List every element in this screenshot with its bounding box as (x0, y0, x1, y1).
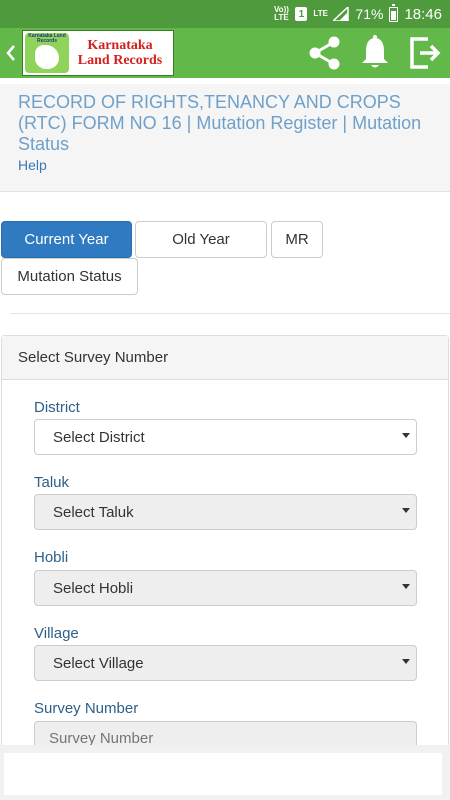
chevron-down-icon (402, 584, 410, 589)
logo-title: Karnataka Land Records (69, 38, 171, 68)
help-link[interactable]: Help (18, 157, 432, 173)
logo-title-line1: Karnataka (87, 38, 153, 53)
village-select[interactable]: Select Village (34, 645, 417, 681)
tab-old-year[interactable]: Old Year (135, 221, 267, 258)
survey-panel: Select Survey Number (1, 335, 449, 755)
sim-indicator: 1 (295, 7, 308, 21)
hobli-select-value: Select Hobli (53, 579, 134, 597)
page-header: RECORD OF RIGHTS,TENANCY AND CROPS (RTC)… (0, 84, 450, 192)
chevron-down-icon (402, 433, 410, 438)
logo-seal-text: Karnataka Land Records (28, 33, 66, 44)
volte-indicator: Vo)) LTE (273, 5, 289, 22)
app-bar: Karnataka Land Records Karnataka Land Re… (0, 28, 450, 78)
battery-percent: 71% (355, 6, 384, 22)
app-logo: Karnataka Land Records Karnataka Land Re… (22, 30, 174, 76)
status-bar: Vo)) LTE 1 LTE 71% 18:46 (0, 0, 450, 28)
survey-number-label: Survey Number (34, 700, 139, 717)
tab-mr[interactable]: MR (271, 221, 323, 258)
back-icon[interactable] (0, 28, 22, 78)
district-select[interactable]: Select District (34, 419, 417, 455)
district-select-value: Select District (53, 428, 145, 446)
village-select-value: Select Village (53, 654, 144, 672)
taluk-label: Taluk (34, 474, 70, 491)
logo-title-line2: Land Records (77, 53, 163, 68)
chevron-down-icon (402, 508, 410, 513)
share-icon[interactable] (300, 28, 350, 78)
hobli-select[interactable]: Select Hobli (34, 570, 417, 606)
page-title: RECORD OF RIGHTS,TENANCY AND CROPS (RTC)… (18, 92, 422, 154)
battery-icon (389, 3, 399, 22)
village-label: Village (34, 625, 79, 642)
taluk-select[interactable]: Select Taluk (34, 494, 417, 530)
divider (10, 313, 450, 314)
network-type: LTE (313, 9, 328, 18)
tab-mutation-status[interactable]: Mutation Status (1, 258, 138, 295)
exit-icon[interactable] (400, 28, 450, 78)
logo-seal: Karnataka Land Records (25, 33, 69, 73)
signal-icon (333, 7, 350, 21)
clock: 18:46 (404, 5, 442, 23)
ad-banner (4, 753, 442, 795)
bottom-bar (0, 745, 450, 800)
hobli-label: Hobli (34, 549, 69, 566)
bell-icon[interactable] (350, 28, 400, 78)
panel-heading: Select Survey Number (2, 336, 448, 380)
district-label: District (34, 399, 80, 416)
chevron-down-icon (402, 659, 410, 664)
taluk-select-value: Select Taluk (53, 503, 134, 521)
tab-current-year[interactable]: Current Year (1, 221, 132, 258)
